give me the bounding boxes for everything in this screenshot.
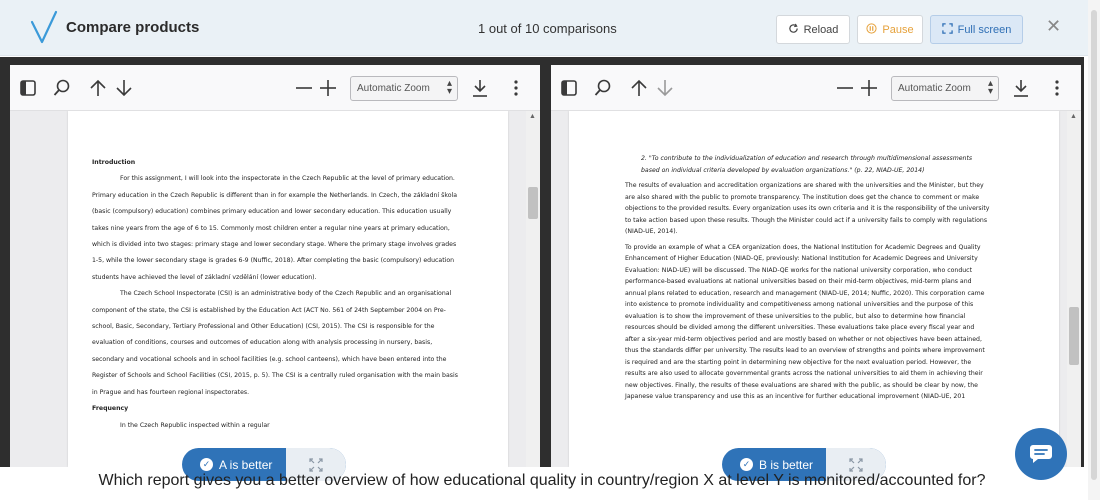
zoom-select-b[interactable]: Automatic Zoom ▴ ▾ <box>891 76 999 101</box>
chat-button[interactable] <box>1015 428 1067 480</box>
scroll-thumb[interactable] <box>1069 307 1079 365</box>
doc-quote: 2. "To contribute to the individualizati… <box>641 155 973 174</box>
download-icon[interactable] <box>470 78 490 98</box>
close-icon[interactable]: ✕ <box>1046 16 1061 36</box>
reload-button[interactable]: Reload <box>776 15 850 44</box>
doc-paragraph: In the Czech Republic inspected within a… <box>120 421 270 429</box>
zoom-value: Automatic Zoom <box>357 83 430 94</box>
page-scroll-thumb[interactable] <box>1091 10 1097 480</box>
doc-paragraph: The results of evaluation and accreditat… <box>625 182 990 235</box>
scrollbar-b[interactable]: ▲ <box>1067 111 1081 467</box>
zoom-value: Automatic Zoom <box>898 83 971 94</box>
select-arrows-icon: ▴ ▾ <box>987 78 993 97</box>
arrow-up-icon[interactable] <box>629 78 649 98</box>
pdf-canvas-a[interactable]: Introduction For this assignment, I will… <box>10 111 540 467</box>
more-vertical-icon[interactable] <box>506 78 526 98</box>
chat-icon <box>1030 445 1052 463</box>
pdf-toolbar-a: Automatic Zoom ▴ ▾ <box>10 65 540 111</box>
plus-icon[interactable] <box>859 78 879 98</box>
comparison-question: Which report gives you a better overview… <box>98 472 986 489</box>
arrow-down-icon[interactable] <box>655 78 675 98</box>
pause-icon <box>866 22 877 37</box>
select-arrows-icon: ▴ ▾ <box>446 78 452 97</box>
pdf-toolbar-b: Automatic Zoom ▴ ▾ <box>551 65 1081 111</box>
app-title: Compare products <box>66 19 200 36</box>
arrow-down-icon[interactable] <box>114 78 134 98</box>
more-vertical-icon[interactable] <box>1047 78 1067 98</box>
comparison-counter: 1 out of 10 comparisons <box>478 21 617 36</box>
pdf-page-a: Introduction For this assignment, I will… <box>68 111 508 467</box>
pdf-page-b: 2. "To contribute to the individualizati… <box>569 111 1059 467</box>
doc-paragraph: To provide an example of what a CEA orga… <box>625 243 985 401</box>
pause-label: Pause <box>882 23 914 36</box>
fullscreen-button[interactable]: Full screen <box>930 15 1023 44</box>
arrow-up-icon[interactable] <box>88 78 108 98</box>
sidebar-toggle-icon[interactable] <box>18 78 38 98</box>
sidebar-toggle-icon[interactable] <box>559 78 579 98</box>
plus-icon[interactable] <box>318 78 338 98</box>
doc-heading: Introduction <box>92 159 136 166</box>
minus-icon[interactable] <box>835 78 855 98</box>
scroll-up-icon[interactable]: ▲ <box>529 113 536 120</box>
doc-heading: Frequency <box>92 405 129 413</box>
scroll-up-icon[interactable]: ▲ <box>1070 113 1077 120</box>
page-scrollbar[interactable] <box>1088 0 1100 500</box>
comparison-frame: Automatic Zoom ▴ ▾ Introduction For this … <box>0 57 1084 467</box>
doc-paragraph: For this assignment, I will look into th… <box>92 175 458 281</box>
minus-icon[interactable] <box>294 78 314 98</box>
pause-button[interactable]: Pause <box>857 15 923 44</box>
reload-label: Reload <box>803 23 839 36</box>
pdf-canvas-b[interactable]: 2. "To contribute to the individualizati… <box>551 111 1081 467</box>
doc-paragraph: The Czech School Inspectorate (CSI) is a… <box>92 290 458 396</box>
document-text-b: 2. "To contribute to the individualizati… <box>625 153 990 407</box>
header-bar: Compare products 1 out of 10 comparisons… <box>0 0 1100 56</box>
download-icon[interactable] <box>1011 78 1031 98</box>
search-icon[interactable] <box>593 78 613 98</box>
logo-icon <box>30 10 58 44</box>
zoom-select-a[interactable]: Automatic Zoom ▴ ▾ <box>350 76 458 101</box>
fullscreen-icon <box>941 22 953 37</box>
document-text-a: Introduction For this assignment, I will… <box>92 155 464 434</box>
search-icon[interactable] <box>52 78 72 98</box>
reload-icon <box>788 23 799 37</box>
fullscreen-label: Full screen <box>957 23 1012 36</box>
pdf-viewer-b: Automatic Zoom ▴ ▾ 2. "To contribute to t… <box>551 65 1081 467</box>
scrollbar-a[interactable]: ▲ <box>526 111 540 467</box>
scroll-thumb[interactable] <box>528 187 538 219</box>
pdf-viewer-a: Automatic Zoom ▴ ▾ Introduction For this … <box>10 65 540 467</box>
